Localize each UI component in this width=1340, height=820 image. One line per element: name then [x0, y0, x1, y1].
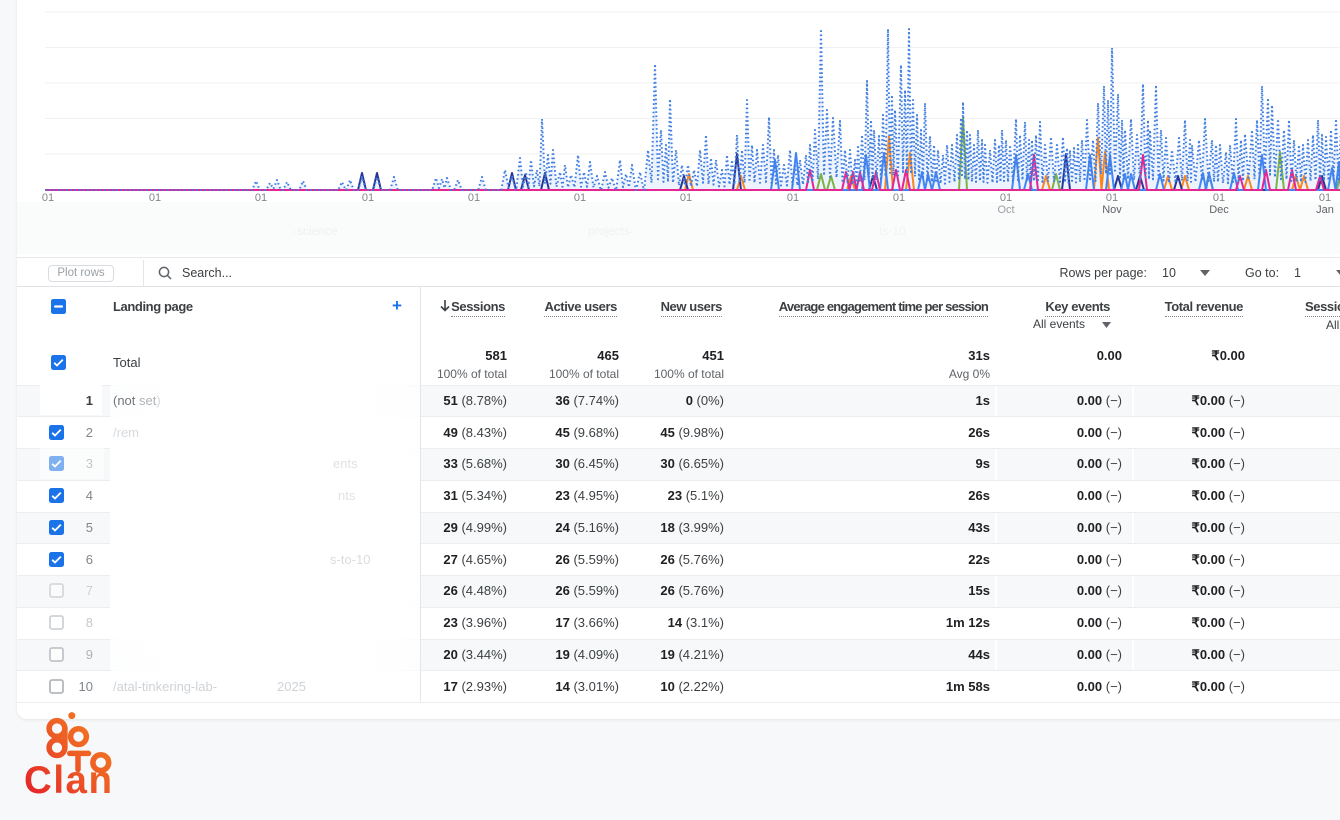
svg-text:Clan: Clan [24, 759, 112, 802]
